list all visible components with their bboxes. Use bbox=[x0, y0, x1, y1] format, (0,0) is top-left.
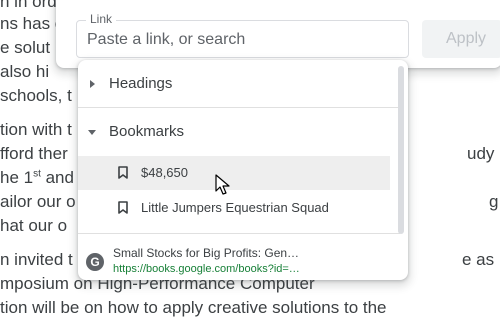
link-field-label: Link bbox=[86, 12, 117, 26]
suggestion-url: https://books.google.com/books?id=… bbox=[113, 263, 300, 275]
insert-link-dialog: Link Apply bbox=[56, 0, 500, 68]
bookmark-item[interactable]: Little Jumpers Equestrian Squad bbox=[78, 191, 390, 225]
doc-text-line: he 1st and bbox=[0, 168, 74, 188]
link-suggestions-dropdown: Headings Bookmarks $48,650 Little Jumper… bbox=[78, 60, 408, 280]
doc-text-line: ailor our o bbox=[0, 192, 76, 211]
doc-text-line: tion will be on how to apply creative so… bbox=[0, 298, 387, 317]
section-headings[interactable]: Headings bbox=[78, 62, 400, 106]
bookmark-item[interactable]: $48,650 bbox=[78, 156, 390, 190]
chevron-down-icon bbox=[88, 130, 96, 135]
section-bookmarks[interactable]: Bookmarks bbox=[78, 110, 400, 154]
doc-text-line: also hi bbox=[0, 62, 50, 81]
doc-text-fragment: g bbox=[489, 192, 499, 211]
section-headings-label: Headings bbox=[109, 75, 173, 92]
doc-text-fragment: and bbox=[40, 168, 74, 187]
doc-text-line: ns has e bbox=[0, 14, 65, 33]
doc-text-fragment: udy bbox=[467, 144, 495, 163]
google-g-icon: G bbox=[86, 253, 104, 271]
divider bbox=[78, 233, 400, 234]
bookmark-label: Little Jumpers Equestrian Squad bbox=[141, 200, 329, 215]
doc-text-line: fford ther bbox=[0, 144, 68, 163]
bookmark-icon bbox=[118, 166, 128, 179]
doc-text-line: e solut bbox=[0, 38, 51, 57]
chevron-right-icon bbox=[90, 80, 95, 88]
apply-button[interactable]: Apply bbox=[422, 20, 500, 58]
doc-text-line: n in ord bbox=[0, 0, 57, 11]
section-bookmarks-label: Bookmarks bbox=[109, 123, 185, 140]
doc-text-fragment: he 1 bbox=[0, 168, 34, 187]
divider bbox=[78, 107, 400, 108]
dropdown-scrollbar[interactable] bbox=[398, 66, 404, 234]
doc-text-line: hat our o bbox=[0, 216, 68, 235]
doc-text-line: n invited t bbox=[0, 250, 73, 269]
search-suggestion-item[interactable]: G Small Stocks for Big Profits: Gen… htt… bbox=[78, 240, 400, 280]
suggestion-title: Small Stocks for Big Profits: Gen… bbox=[113, 246, 300, 260]
link-field[interactable]: Link bbox=[76, 12, 409, 58]
bookmark-icon bbox=[118, 201, 128, 214]
link-input[interactable] bbox=[87, 29, 397, 51]
mouse-pointer-icon bbox=[215, 174, 230, 195]
doc-text-line: schools, t bbox=[0, 86, 72, 105]
ordinal-superscript: st bbox=[33, 168, 41, 180]
bookmark-label: $48,650 bbox=[141, 165, 188, 180]
doc-text-fragment: e as bbox=[462, 250, 495, 269]
doc-text-line: tion with t bbox=[0, 120, 72, 139]
